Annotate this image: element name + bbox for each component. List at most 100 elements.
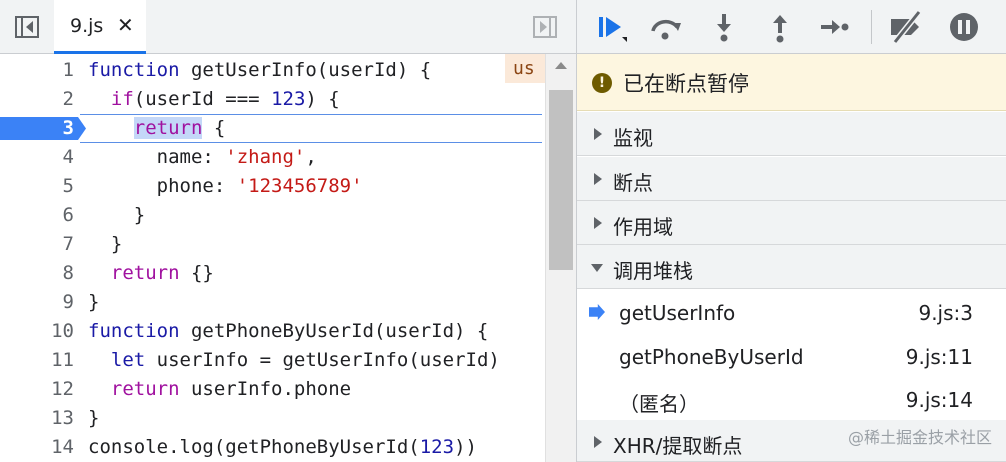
tab-9-js[interactable]: 9.js ✕ <box>54 0 146 54</box>
expand-icon <box>594 217 602 229</box>
line-number[interactable]: 4 <box>63 146 74 168</box>
inline-value-hint: us <box>505 54 545 83</box>
call-frame[interactable]: （匿名） 9.js:14 <box>577 377 1006 421</box>
code-line[interactable]: 1 function getUserInfo(userId) { <box>0 56 545 85</box>
step-out-icon[interactable] <box>761 9 799 45</box>
toolbar-separator <box>871 10 872 44</box>
scroll-up-icon[interactable] <box>555 62 567 69</box>
vertical-scrollbar[interactable] <box>545 54 576 462</box>
section-watch[interactable]: 监视 <box>577 112 1006 156</box>
line-number[interactable]: 7 <box>63 233 74 255</box>
section-breakpoints[interactable]: 断点 <box>577 157 1006 201</box>
code-line[interactable]: 4 name: 'zhang', <box>0 143 545 172</box>
code-text: } <box>88 233 122 255</box>
code-token: getPhoneByUserId(userId) { <box>179 320 489 342</box>
collapse-icon <box>591 264 603 272</box>
expand-icon <box>594 128 602 140</box>
section-label: XHR/提取断点 <box>613 434 743 458</box>
line-number[interactable]: 3 <box>63 117 74 139</box>
code-token: '123456789' <box>236 175 363 197</box>
code-token: {} <box>179 262 214 284</box>
code-text: function getPhoneByUserId(userId) { <box>88 320 488 342</box>
code-line[interactable]: 9} <box>0 288 545 317</box>
line-number[interactable]: 6 <box>63 204 74 226</box>
code-line[interactable]: 8 return {} <box>0 259 545 288</box>
call-frame[interactable]: getPhoneByUserId 9.js:11 <box>577 334 1006 378</box>
line-number[interactable]: 14 <box>51 436 74 458</box>
code-token: (userId === <box>133 88 272 110</box>
code-text: name: 'zhang', <box>88 146 317 168</box>
line-number[interactable]: 9 <box>63 291 74 313</box>
code-text: return userInfo.phone <box>88 378 351 400</box>
toggle-debugger-icon[interactable] <box>530 13 560 41</box>
code-line[interactable]: 3 return { <box>0 114 545 143</box>
frame-name: getPhoneByUserId <box>619 345 804 369</box>
expand-icon <box>594 436 602 448</box>
code-token: 123 <box>271 88 306 110</box>
line-number[interactable]: 8 <box>63 262 74 284</box>
code-token: , <box>305 146 317 168</box>
line-number[interactable]: 5 <box>63 175 74 197</box>
section-label: 监视 <box>613 126 653 150</box>
line-number[interactable]: 11 <box>51 349 74 371</box>
code-text: } <box>88 407 99 429</box>
code-line[interactable]: 12 return userInfo.phone <box>0 375 545 404</box>
code-token: )) <box>454 436 477 458</box>
line-number[interactable]: 2 <box>63 88 74 110</box>
code-line[interactable]: 14 console.log(getPhoneByUserId(123)) <box>0 433 545 462</box>
code-line[interactable]: 2 if(userId === 123) { <box>0 85 545 114</box>
code-area[interactable]: 1 function getUserInfo(userId) { 2 if(user… <box>0 54 545 462</box>
section-scope[interactable]: 作用域 <box>577 201 1006 245</box>
source-editor: 9.js ✕ 1 function getUserInfo(userId) { 2 … <box>0 0 576 462</box>
code-token: return <box>133 117 203 139</box>
code-token: let <box>110 349 146 371</box>
info-icon: ! <box>592 73 612 93</box>
code-line[interactable]: 6 } <box>0 201 545 230</box>
line-number[interactable]: 1 <box>63 59 74 81</box>
code-token: } <box>88 204 146 226</box>
current-frame-icon <box>589 304 605 320</box>
code-line[interactable]: 7 } <box>0 230 545 259</box>
code-text: return {} <box>88 262 214 284</box>
code-text: console.log(getPhoneByUserId(123)) <box>88 436 477 458</box>
toggle-navigator-icon[interactable] <box>12 13 42 41</box>
scrollbar-thumb[interactable] <box>549 90 573 270</box>
code-token: function <box>88 59 180 81</box>
step-over-icon[interactable] <box>647 9 685 45</box>
close-icon[interactable]: ✕ <box>117 13 134 37</box>
code-text: function getUserInfo(userId) { <box>88 59 431 81</box>
paused-banner: ! 已在断点暂停 <box>577 54 1006 111</box>
code-line[interactable]: 11 let userInfo = getUserInfo(userId) <box>0 346 545 375</box>
step-icon[interactable] <box>815 9 853 45</box>
frame-location[interactable]: 9.js:14 <box>906 388 973 412</box>
step-into-icon[interactable] <box>705 9 743 45</box>
code-token: phone: <box>88 175 237 197</box>
resume-icon[interactable] <box>591 9 629 45</box>
line-number[interactable]: 13 <box>51 407 74 429</box>
call-frame[interactable]: getUserInfo 9.js:3 <box>577 290 1006 334</box>
frame-location[interactable]: 9.js:3 <box>918 301 973 325</box>
code-token: userInfo.phone <box>179 378 352 400</box>
code-line[interactable]: 5 phone: '123456789' <box>0 172 545 201</box>
watermark: @稀土掘金技术社区 <box>847 428 992 447</box>
deactivate-breakpoints-icon[interactable] <box>887 9 925 45</box>
code-line[interactable]: 13} <box>0 404 545 433</box>
pause-on-exceptions-icon[interactable] <box>945 9 983 45</box>
code-token: { <box>202 117 226 139</box>
code-token: getUserInfo(userId) { <box>179 59 432 81</box>
section-call-stack[interactable]: 调用堆栈 <box>577 245 1006 289</box>
code-token: return <box>110 262 180 284</box>
debugger-sidebar: ! 已在断点暂停 监视 断点 作用域 调用堆栈 getUserInfo 9.js… <box>576 0 1006 462</box>
code-line[interactable]: 10 function getPhoneByUserId(userId) { <box>0 317 545 346</box>
code-text: let userInfo = getUserInfo(userId) <box>88 349 500 371</box>
code-text: phone: '123456789' <box>88 175 363 197</box>
code-token: 123 <box>419 436 455 458</box>
code-token: } <box>88 291 100 313</box>
line-number[interactable]: 10 <box>51 320 74 342</box>
line-number[interactable]: 12 <box>51 378 74 400</box>
code-token: name: <box>88 146 226 168</box>
frame-location[interactable]: 9.js:11 <box>906 345 973 369</box>
